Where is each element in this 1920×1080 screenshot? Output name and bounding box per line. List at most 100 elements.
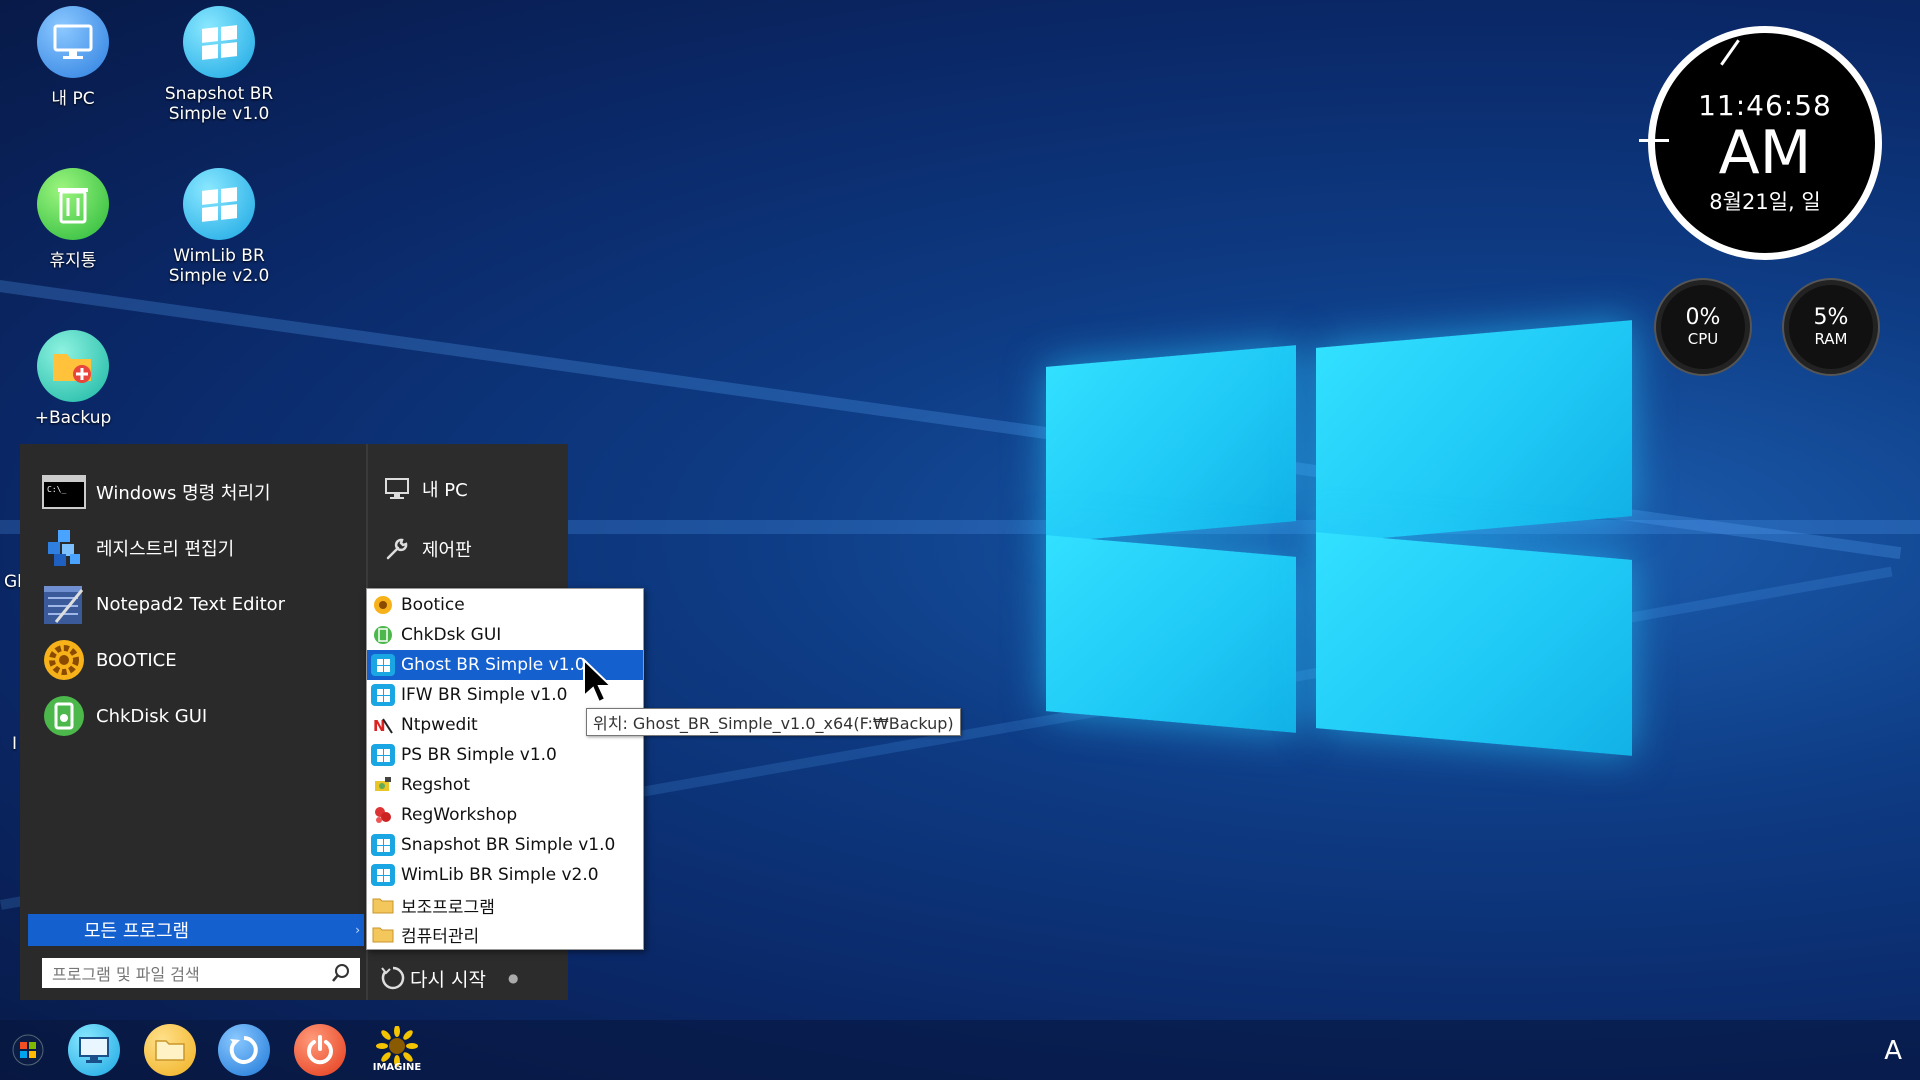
language-indicator[interactable]: A [1884,1036,1902,1066]
submenu-item-chkdsk-gui[interactable]: ChkDsk GUI [367,620,643,650]
submenu-item-label: WimLib BR Simple v2.0 [401,865,599,885]
desktop-icon-label: Snapshot BR Simple v1.0 [164,84,274,124]
submenu-item-computer-management[interactable]: 컴퓨터관리 [367,919,643,949]
folder-icon [155,1040,185,1061]
command-prompt-icon: C:\_ [42,470,86,514]
desktop-icon-recycle-bin[interactable]: 휴지통 [8,168,138,271]
submenu-item-accessories[interactable]: 보조프로그램 [367,890,643,920]
restart-button[interactable]: 다시 시작 ● [368,958,568,998]
chkdsk-icon [42,694,86,738]
submenu-item-label: 컴퓨터관리 [401,926,480,947]
submenu-item-label: 보조프로그램 [401,897,495,918]
submenu-item-label: RegWorkshop [401,805,518,825]
clock-ampm: AM [1718,118,1812,188]
submenu-item-label: Snapshot BR Simple v1.0 [401,835,616,855]
power-icon [307,1035,333,1065]
refresh-icon [380,965,406,991]
start-orb-icon[interactable] [2,1024,54,1076]
submenu-item-regworkshop[interactable]: RegWorkshop [367,800,643,830]
pinned-item-chkdisk[interactable]: ChkDisk GUI [42,690,362,742]
submenu-item-wimlib-br[interactable]: WimLib BR Simple v2.0 [367,860,643,890]
ram-value: 5% [1813,305,1849,330]
pinned-item-label: ChkDisk GUI [96,705,208,727]
folder-icon [371,894,395,916]
gear-icon [371,594,395,616]
pinned-item-label: 레지스트리 편집기 [96,539,235,560]
windows-logo-icon [371,744,395,766]
regshot-icon [371,774,395,796]
monitor-icon [37,6,109,78]
cpu-value: 0% [1685,305,1721,330]
desktop-icon-my-pc[interactable]: 내 PC [8,6,138,109]
clock-widget: 11:46:58 AM 8월21일, 일 [1639,26,1882,260]
submenu-item-label: IFW BR Simple v1.0 [401,685,568,705]
windows-logo-icon [371,864,395,886]
restart-label: 다시 시작 [410,968,486,991]
pinned-item-cmd[interactable]: C:\_ Windows 명령 처리기 [42,466,362,518]
pinned-item-regedit[interactable]: 레지스트리 편집기 [42,522,362,574]
taskbar [0,1020,1920,1080]
submenu-item-label: Bootice [401,595,465,615]
ntpwedit-icon: N [371,714,395,736]
submenu-item-ps-br[interactable]: PS BR Simple v1.0 [367,740,643,770]
recycle-bin-icon [37,168,109,240]
taskbar-power[interactable] [294,1024,346,1076]
search-placeholder: 프로그램 및 파일 검색 [52,965,200,984]
desktop-edge-fragment: I [12,734,18,754]
mouse-cursor-icon [583,658,614,704]
chkdsk-icon [371,624,395,646]
all-programs-label: 모든 프로그램 [84,921,190,942]
search-icon[interactable] [330,962,352,984]
right-link-control-panel[interactable]: 제어판 [368,524,568,574]
monitor-icon [382,477,412,501]
notepad-icon [42,582,86,626]
submenu-item-bootice[interactable]: Bootice [367,590,643,620]
wallpaper-pane [1046,345,1296,543]
search-input[interactable]: 프로그램 및 파일 검색 [42,958,360,988]
submenu-item-label: Ntpwedit [401,715,478,735]
submenu-item-label: Ghost BR Simple v1.0 [401,655,586,675]
right-link-my-pc[interactable]: 내 PC [368,464,568,514]
pinned-item-notepad2[interactable]: Notepad2 Text Editor [42,578,362,630]
pinned-item-label: Notepad2 Text Editor [96,593,286,615]
pinned-item-bootice[interactable]: BOOTICE [42,634,362,686]
desktop-icon-label: 휴지통 [49,251,97,271]
wallpaper-pane [1316,532,1632,756]
pinned-item-label: BOOTICE [96,649,177,671]
desktop-icon-wimlib-br[interactable]: WimLib BR Simple v2.0 [154,168,284,286]
wallpaper-pane [1316,320,1632,544]
right-link-label: 내 PC [422,480,468,501]
taskbar-restart[interactable] [218,1024,270,1076]
right-link-label: 제어판 [422,540,472,561]
all-programs-submenu: Bootice ChkDsk GUI Ghost BR Simple v1.0 … [366,588,644,950]
submenu-item-snapshot-br[interactable]: Snapshot BR Simple v1.0 [367,830,643,860]
all-programs-button[interactable]: 모든 프로그램 › [28,914,364,946]
windows-logo-icon [183,168,255,240]
submenu-item-regshot[interactable]: Regshot [367,770,643,800]
taskbar-my-pc[interactable] [68,1024,120,1076]
clock-date: 8월21일, 일 [1709,190,1821,214]
submenu-item-label: Regshot [401,775,470,795]
chevron-right-icon: › [355,923,360,937]
refresh-icon [229,1036,258,1064]
wrench-icon [382,536,412,562]
start-menu-left-column: C:\_ Windows 명령 처리기 레지스트리 편집기 Notepad2 T… [20,444,366,1000]
desktop-icon-snapshot-br[interactable]: Snapshot BR Simple v1.0 [154,6,284,124]
taskbar-explorer[interactable] [144,1024,196,1076]
submenu-item-label: ChkDsk GUI [401,625,502,645]
ram-gauge: 5% RAM [1784,280,1878,374]
cpu-label: CPU [1687,330,1719,348]
taskbar-imagine[interactable]: IMAGINE [368,1020,426,1078]
windows-logo-icon [371,684,395,706]
registry-editor-icon [42,526,86,570]
desktop-icon-label: WimLib BR Simple v2.0 [168,246,270,286]
imagine-label: IMAGINE [372,1061,422,1073]
desktop-icon-label: +Backup [34,408,112,428]
desktop-icon-backup[interactable]: +Backup [8,330,138,428]
cpu-gauge: 0% CPU [1656,280,1750,374]
svg-text:C:\_: C:\_ [47,485,66,494]
windows-logo-icon [183,6,255,78]
location-tooltip: 위치: Ghost_BR_Simple_v1.0_x64(F:₩Backup) [586,708,961,736]
wallpaper-pane [1046,535,1296,733]
ram-label: RAM [1814,330,1848,348]
